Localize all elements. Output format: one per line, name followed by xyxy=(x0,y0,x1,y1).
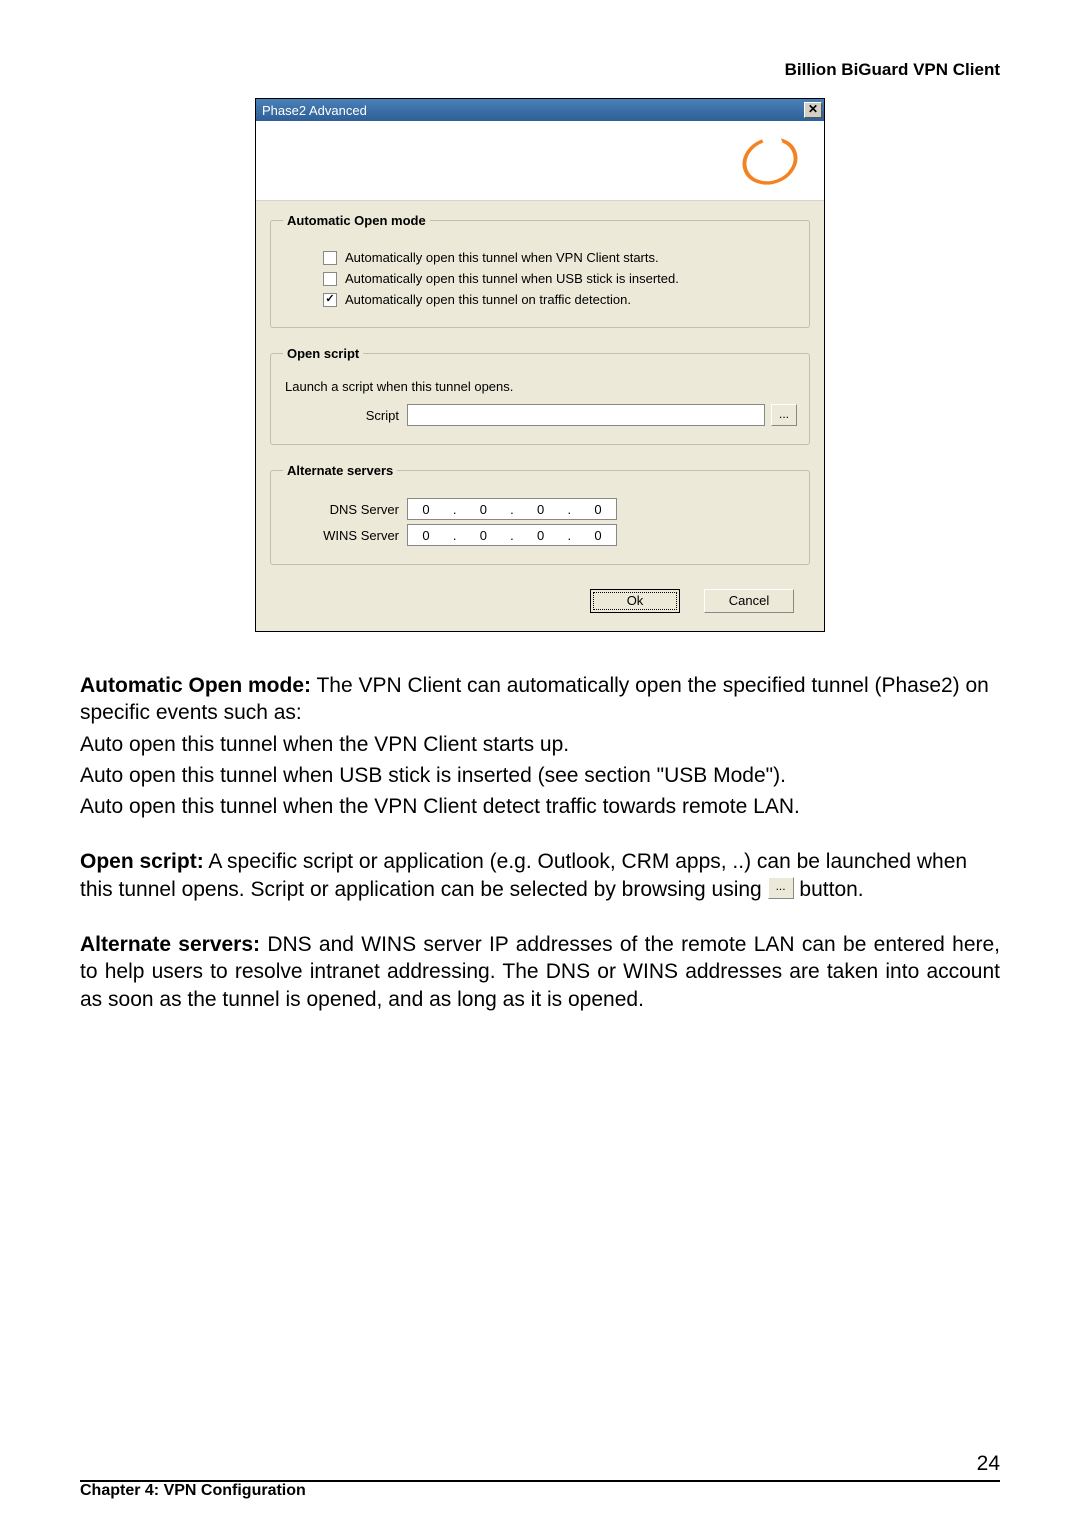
dialog-title: Phase2 Advanced xyxy=(262,103,367,118)
dns-oct-3[interactable]: 0 xyxy=(529,502,553,517)
wins-oct-2[interactable]: 0 xyxy=(471,528,495,543)
dns-oct-1[interactable]: 0 xyxy=(414,502,438,517)
group-automatic-open: Automatic Open mode Automatically open t… xyxy=(270,213,810,328)
ip-dot: . xyxy=(450,502,460,517)
dns-oct-4[interactable]: 0 xyxy=(586,502,610,517)
ip-dot: . xyxy=(450,528,460,543)
text-open-script-b: button. xyxy=(794,878,864,901)
close-icon[interactable]: ✕ xyxy=(804,102,822,118)
group-legend-automatic-open: Automatic Open mode xyxy=(283,213,430,228)
heading-auto-open: Automatic Open mode: xyxy=(80,674,311,697)
text-auto-open-l1: Auto open this tunnel when the VPN Clien… xyxy=(80,731,1000,758)
group-legend-alternate-servers: Alternate servers xyxy=(283,463,397,478)
ip-dot: . xyxy=(507,528,517,543)
checkbox-auto-open-usb[interactable] xyxy=(323,272,337,286)
dns-oct-2[interactable]: 0 xyxy=(471,502,495,517)
wins-oct-3[interactable]: 0 xyxy=(529,528,553,543)
label-auto-open-usb: Automatically open this tunnel when USB … xyxy=(345,271,679,286)
open-script-description: Launch a script when this tunnel opens. xyxy=(285,379,797,394)
logo-icon xyxy=(736,129,804,191)
checkbox-auto-open-vpn-start[interactable] xyxy=(323,251,337,265)
dialog-titlebar: Phase2 Advanced ✕ xyxy=(256,99,824,121)
wins-server-label: WINS Server xyxy=(283,528,399,543)
text-auto-open-l3: Auto open this tunnel when the VPN Clien… xyxy=(80,793,1000,820)
label-auto-open-vpn-start: Automatically open this tunnel when VPN … xyxy=(345,250,659,265)
wins-oct-1[interactable]: 0 xyxy=(414,528,438,543)
wins-oct-4[interactable]: 0 xyxy=(586,528,610,543)
ip-dot: . xyxy=(564,502,574,517)
group-legend-open-script: Open script xyxy=(283,346,363,361)
group-alternate-servers: Alternate servers DNS Server 0 . 0 . 0 .… xyxy=(270,463,810,565)
footer-chapter: Chapter 4: VPN Configuration xyxy=(80,1482,306,1500)
dialog-logo-area xyxy=(256,121,824,201)
page-footer: 24 Chapter 4: VPN Configuration xyxy=(80,1452,1000,1500)
ip-dot: . xyxy=(507,502,517,517)
cancel-button[interactable]: Cancel xyxy=(704,589,794,613)
dns-server-input[interactable]: 0 . 0 . 0 . 0 xyxy=(407,498,617,520)
phase2-advanced-dialog: Phase2 Advanced ✕ Automatic Open mode Au… xyxy=(255,98,825,632)
checkbox-auto-open-traffic[interactable] xyxy=(323,293,337,307)
wins-server-input[interactable]: 0 . 0 . 0 . 0 xyxy=(407,524,617,546)
label-auto-open-traffic: Automatically open this tunnel on traffi… xyxy=(345,292,631,307)
group-open-script: Open script Launch a script when this tu… xyxy=(270,346,810,445)
inline-browse-icon: ... xyxy=(768,877,794,899)
dns-server-label: DNS Server xyxy=(283,502,399,517)
text-auto-open-l2: Auto open this tunnel when USB stick is … xyxy=(80,762,1000,789)
script-input[interactable] xyxy=(407,404,765,426)
page-number: 24 xyxy=(80,1452,1000,1476)
ok-button[interactable]: Ok xyxy=(590,589,680,613)
heading-alt-servers: Alternate servers: xyxy=(80,933,260,956)
doc-header: Billion BiGuard VPN Client xyxy=(80,60,1000,80)
browse-script-button[interactable]: ... xyxy=(771,404,797,426)
document-body: Automatic Open mode: The VPN Client can … xyxy=(80,672,1000,1013)
dialog-container: Phase2 Advanced ✕ Automatic Open mode Au… xyxy=(80,98,1000,632)
ip-dot: . xyxy=(564,528,574,543)
heading-open-script: Open script: xyxy=(80,850,204,873)
script-field-label: Script xyxy=(283,408,399,423)
